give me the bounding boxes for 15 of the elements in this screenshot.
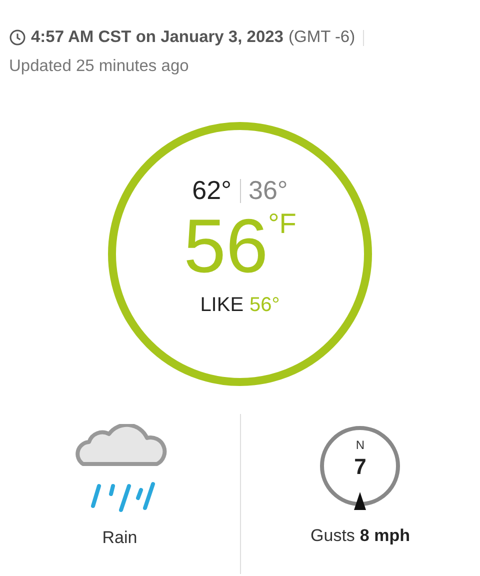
gusts-value: 8 mph	[360, 526, 410, 546]
temperature-unit: °F	[268, 208, 296, 240]
gusts-label: Gusts	[310, 526, 355, 546]
current-temperature: 56	[184, 206, 268, 288]
timezone-offset: (GMT -6)	[288, 28, 356, 47]
high-temperature: 62°	[192, 175, 232, 206]
low-temperature: 36°	[248, 175, 288, 206]
clock-icon	[9, 29, 26, 46]
feels-like-value: 56°	[250, 294, 280, 317]
observation-time: 4:57 AM CST on January 3, 2023	[31, 28, 284, 47]
condition-label: Rain	[102, 528, 138, 548]
updated-text: Updated 25 minutes ago	[9, 57, 190, 76]
feels-like-label: LIKE	[200, 294, 244, 317]
wind-direction: N	[354, 438, 366, 452]
wind-speed: 7	[353, 454, 368, 480]
